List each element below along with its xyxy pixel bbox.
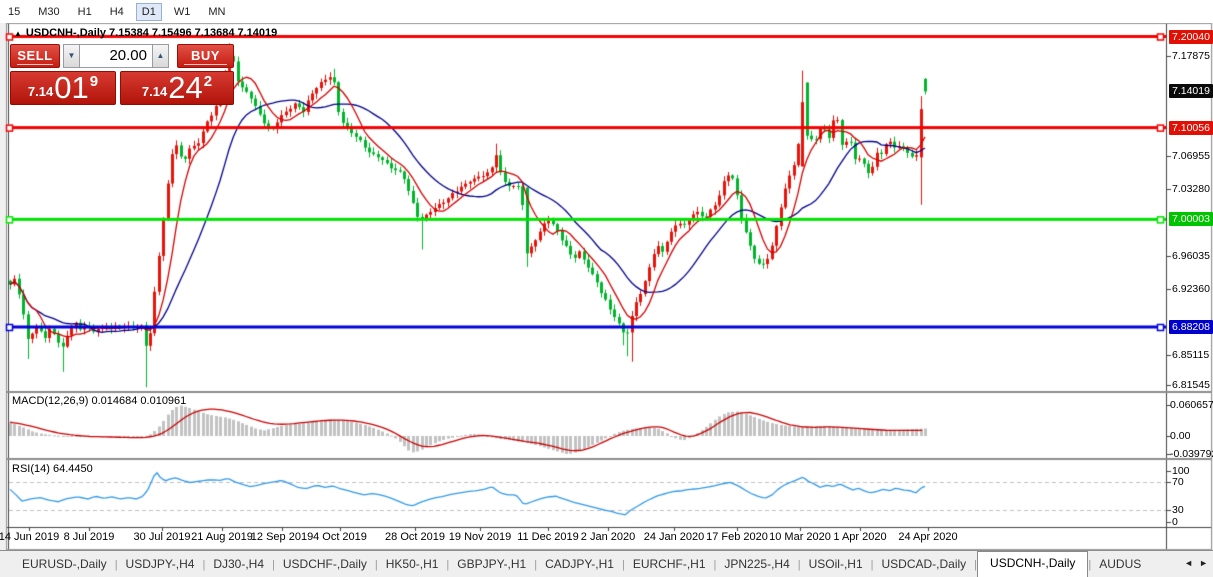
timeframe-button-D1[interactable]: D1 bbox=[136, 3, 162, 21]
buy-price-sup: 2 bbox=[204, 73, 212, 90]
tab-USOil-,H1[interactable]: USOil-,H1 bbox=[801, 552, 871, 577]
volume-input[interactable]: 20.00 bbox=[79, 44, 153, 68]
tab-scroll-controls: ◄► bbox=[1178, 558, 1208, 568]
tab-GBPJPY-,H1[interactable]: GBPJPY-,H1 bbox=[449, 552, 534, 577]
timeframe-toolbar: 15 M30 H1 H4 D1 W1 MN bbox=[0, 0, 1213, 23]
buy-underline bbox=[184, 64, 227, 65]
macd-indicator-label: MACD(12,26,9) 0.014684 0.010961 bbox=[12, 395, 186, 407]
tab-CADJPY-,H1[interactable]: CADJPY-,H1 bbox=[537, 552, 622, 577]
tab-HK50-,H1[interactable]: HK50-,H1 bbox=[378, 552, 447, 577]
volume-increase-button[interactable]: ▲ bbox=[152, 44, 169, 68]
buy-price-prefix: 7.14 bbox=[142, 84, 167, 99]
tab-scroll-right-icon[interactable]: ► bbox=[1199, 558, 1208, 568]
sell-button-label: SELL bbox=[17, 48, 52, 63]
volume-decrease-button[interactable]: ▼ bbox=[63, 44, 80, 68]
chart-collapse-icon: ▲ bbox=[14, 29, 22, 38]
tab-DJ30-,H4[interactable]: DJ30-,H4 bbox=[205, 552, 272, 577]
timeframe-button-H1[interactable]: H1 bbox=[72, 3, 98, 21]
tab-scroll-left-icon[interactable]: ◄ bbox=[1184, 558, 1193, 568]
timeframe-button-M30[interactable]: M30 bbox=[32, 3, 65, 21]
tab-EURCHF-,H1[interactable]: EURCHF-,H1 bbox=[625, 552, 714, 577]
trade-controls-row: SELL ▼ 20.00 ▲ BUY bbox=[10, 44, 234, 68]
sell-price-sup: 9 bbox=[90, 73, 98, 90]
chevron-down-icon: ▼ bbox=[68, 51, 76, 60]
tab-USDCNH-,Daily[interactable]: USDCNH-,Daily bbox=[977, 551, 1088, 577]
tab-USDCAD-,Daily[interactable]: USDCAD-,Daily bbox=[873, 552, 974, 577]
timeframe-button-MN[interactable]: MN bbox=[202, 3, 231, 21]
chart-title-text: USDCNH-,Daily 7.15384 7.15496 7.13684 7.… bbox=[26, 27, 277, 39]
tab-USDCHF-,Daily[interactable]: USDCHF-,Daily bbox=[275, 552, 375, 577]
buy-button[interactable]: BUY bbox=[177, 44, 234, 68]
tab-USDJPY-,H4[interactable]: USDJPY-,H4 bbox=[118, 552, 203, 577]
sell-underline bbox=[17, 64, 53, 65]
rsi-indicator-label: RSI(14) 64.4450 bbox=[12, 463, 93, 475]
tab-AUDUS[interactable]: AUDUS bbox=[1091, 552, 1149, 577]
sell-price-prefix: 7.14 bbox=[28, 84, 53, 99]
chart-title: ▲ USDCNH-,Daily 7.15384 7.15496 7.13684 7… bbox=[14, 27, 277, 39]
chevron-up-icon: ▲ bbox=[157, 51, 165, 60]
sell-price-main: 01 bbox=[54, 73, 88, 102]
timeframe-button-H4[interactable]: H4 bbox=[104, 3, 130, 21]
buy-button-label: BUY bbox=[191, 48, 220, 63]
sell-button[interactable]: SELL bbox=[10, 44, 60, 68]
tab-EURUSD-,Daily[interactable]: EURUSD-,Daily bbox=[14, 552, 115, 577]
buy-price-main: 24 bbox=[168, 73, 202, 102]
sell-price-button[interactable]: 7.14 01 9 bbox=[10, 71, 116, 105]
timeframe-button-15[interactable]: 15 bbox=[2, 3, 26, 21]
buy-price-button[interactable]: 7.14 24 2 bbox=[120, 71, 234, 105]
timeframe-button-W1[interactable]: W1 bbox=[168, 3, 197, 21]
symbol-tab-bar: EURUSD-,Daily|USDJPY-,H4|DJ30-,H4|USDCHF… bbox=[0, 550, 1213, 577]
tab-JPN225-,H4[interactable]: JPN225-,H4 bbox=[716, 552, 797, 577]
